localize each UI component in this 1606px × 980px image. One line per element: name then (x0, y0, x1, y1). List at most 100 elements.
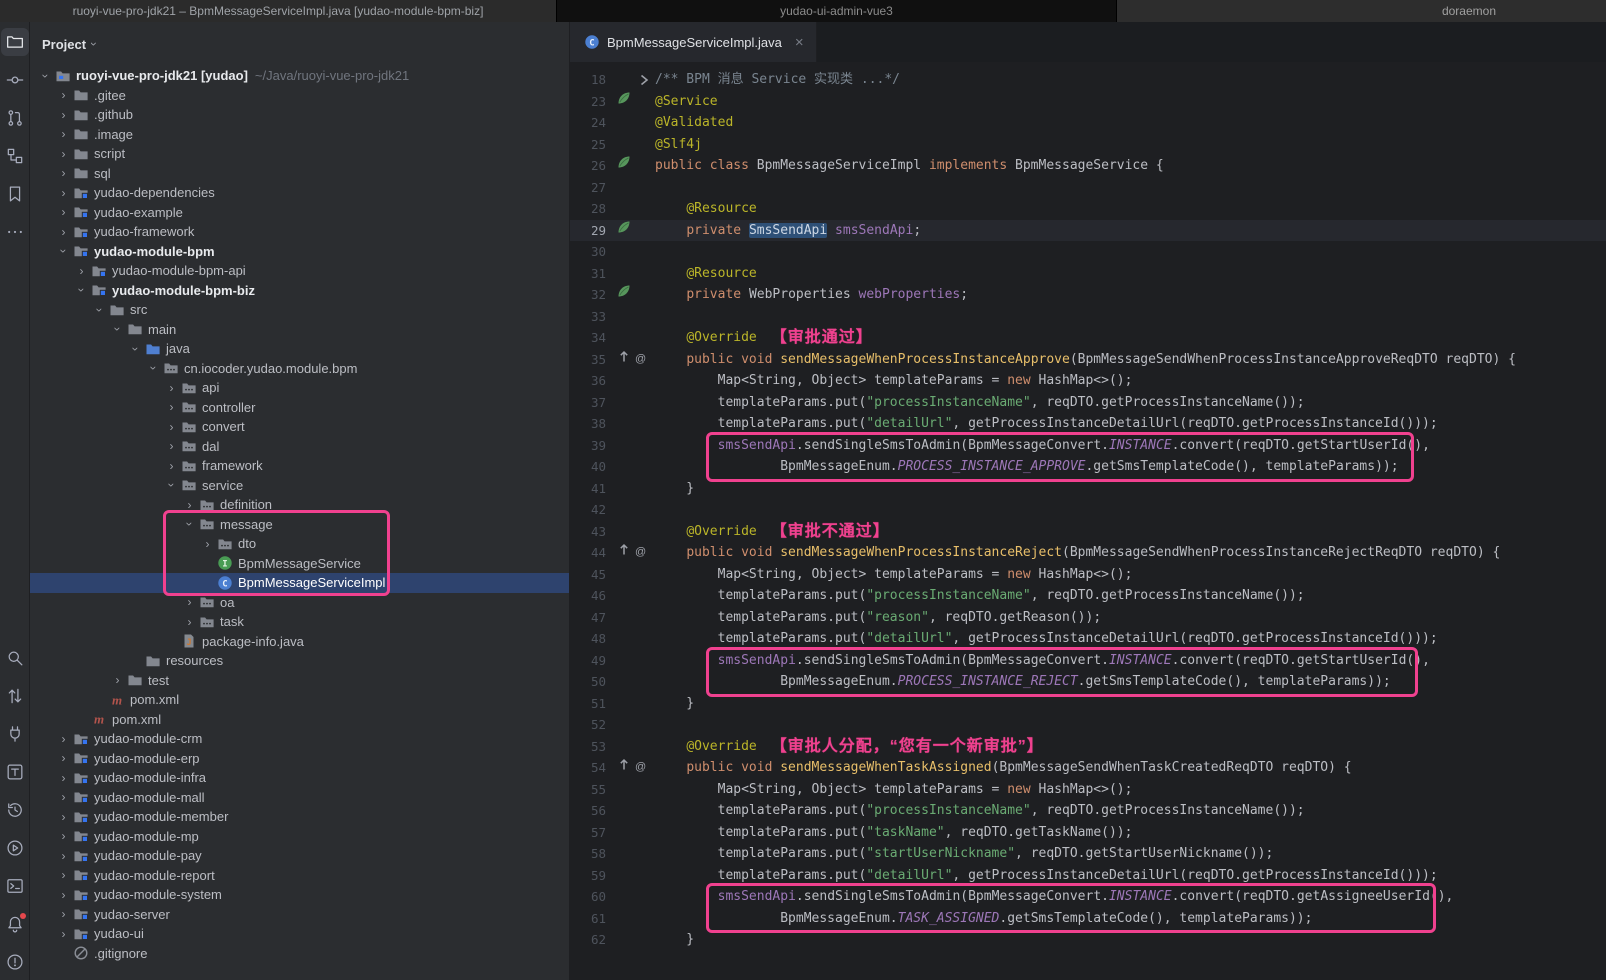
line-number[interactable]: 37 (570, 392, 606, 414)
chevron-icon[interactable]: › (56, 187, 71, 199)
chevron-icon[interactable]: › (94, 302, 106, 317)
line-number[interactable]: 31 (570, 263, 606, 285)
tree-item-oa[interactable]: ›oa (30, 593, 569, 613)
chevron-icon[interactable]: › (110, 674, 125, 686)
code-text[interactable]: templateParams.put("startUserNickname", … (655, 843, 1273, 865)
code-line-56[interactable]: 56 templateParams.put("processInstanceNa… (570, 800, 1606, 822)
code-line-43[interactable]: 43 @Override【审批不通过】 (570, 521, 1606, 543)
tree-item-controller[interactable]: ›controller (30, 398, 569, 418)
tree-item-yudao-example[interactable]: ›yudao-example (30, 203, 569, 223)
line-number[interactable]: 59 (570, 865, 606, 887)
line-number[interactable]: 51 (570, 693, 606, 715)
chevron-icon[interactable]: › (56, 128, 71, 140)
line-number[interactable]: 18 (570, 69, 606, 91)
chevron-icon[interactable]: › (76, 283, 88, 298)
code-text[interactable]: BpmMessageEnum.TASK_ASSIGNED.getSmsTempl… (655, 908, 1312, 930)
tree-item-yudao-module-infra[interactable]: ›yudao-module-infra (30, 768, 569, 788)
chevron-icon[interactable]: › (56, 850, 71, 862)
chevron-icon[interactable]: › (56, 206, 71, 218)
line-number[interactable]: 54 (570, 757, 606, 779)
chevron-icon[interactable]: › (184, 517, 196, 532)
code-text[interactable]: @Validated (655, 112, 733, 134)
chevron-icon[interactable]: › (56, 772, 71, 784)
project-icon[interactable] (1, 28, 29, 56)
editor-tab-bpmmessageserviceimpl[interactable]: C BpmMessageServiceImpl.java × (570, 22, 817, 62)
code-text[interactable]: smsSendApi.sendSingleSmsToAdmin(BpmMessa… (655, 886, 1453, 908)
tree-item-yudao-module-bpm[interactable]: ›yudao-module-bpm (30, 242, 569, 262)
code-line-18[interactable]: 18/** BPM 消息 Service 实现类 ...*/ (570, 69, 1606, 91)
more-icon[interactable] (1, 218, 29, 246)
code-line-23[interactable]: 23@Service (570, 91, 1606, 113)
chevron-icon[interactable]: › (56, 791, 71, 803)
tree-item-image[interactable]: ›.image (30, 125, 569, 145)
code-text[interactable]: BpmMessageEnum.PROCESS_INSTANCE_REJECT.g… (655, 671, 1391, 693)
code-line-35[interactable]: 35@ public void sendMessageWhenProcessIn… (570, 349, 1606, 371)
chevron-icon[interactable]: › (182, 616, 197, 628)
chevron-icon[interactable]: › (148, 361, 160, 376)
line-number[interactable]: 60 (570, 886, 606, 908)
code-line-48[interactable]: 48 templateParams.put("detailUrl", getPr… (570, 628, 1606, 650)
code-line-62[interactable]: 62 } (570, 929, 1606, 951)
code-text[interactable]: @Resource (655, 198, 757, 220)
line-number[interactable]: 52 (570, 714, 606, 736)
code-text[interactable]: } (655, 693, 694, 715)
code-line-49[interactable]: 49 smsSendApi.sendSingleSmsToAdmin(BpmMe… (570, 650, 1606, 672)
tree-item-bpmmessageservice[interactable]: ›IBpmMessageService (30, 554, 569, 574)
tree-item-framework[interactable]: ›framework (30, 456, 569, 476)
code-line-34[interactable]: 34 @Override【审批通过】 (570, 327, 1606, 349)
chevron-icon[interactable]: › (56, 908, 71, 920)
code-line-53[interactable]: 53 @Override【审批人分配，“您有一个新审批”】 (570, 736, 1606, 758)
chevron-icon[interactable]: › (40, 68, 52, 83)
code-line-61[interactable]: 61 BpmMessageEnum.TASK_ASSIGNED.getSmsTe… (570, 908, 1606, 930)
chevron-down-icon[interactable]: › (87, 42, 101, 46)
code-text[interactable]: Map<String, Object> templateParams = new… (655, 779, 1132, 801)
line-number[interactable]: 30 (570, 241, 606, 263)
tree-item-test[interactable]: ›test (30, 671, 569, 691)
line-number[interactable]: 48 (570, 628, 606, 650)
tree-item-yudao-module-report[interactable]: ›yudao-module-report (30, 866, 569, 886)
chevron-icon[interactable]: › (56, 148, 71, 160)
tree-item-yudao-module-bpm-api[interactable]: ›yudao-module-bpm-api (30, 261, 569, 281)
chevron-icon[interactable]: › (164, 440, 179, 452)
code-text[interactable]: smsSendApi.sendSingleSmsToAdmin(BpmMessa… (655, 650, 1430, 672)
code-line-24[interactable]: 24 @Validated (570, 112, 1606, 134)
code-line-58[interactable]: 58 templateParams.put("startUserNickname… (570, 843, 1606, 865)
tree-item-package-info-java[interactable]: ›Jpackage-info.java (30, 632, 569, 652)
code-line-59[interactable]: 59 templateParams.put("detailUrl", getPr… (570, 865, 1606, 887)
code-line-44[interactable]: 44@ public void sendMessageWhenProcessIn… (570, 542, 1606, 564)
line-number[interactable]: 57 (570, 822, 606, 844)
chevron-icon[interactable]: › (58, 244, 70, 259)
close-icon[interactable]: × (795, 34, 804, 51)
chevron-icon[interactable]: › (164, 421, 179, 433)
swap-icon[interactable] (1, 682, 29, 710)
tree-item-sql[interactable]: ›sql (30, 164, 569, 184)
code-text[interactable]: public class BpmMessageServiceImpl imple… (655, 155, 1164, 177)
code-text[interactable]: private WebProperties webProperties; (655, 284, 968, 306)
code-line-37[interactable]: 37 templateParams.put("processInstanceNa… (570, 392, 1606, 414)
tree-item-yudao-module-member[interactable]: ›yudao-module-member (30, 807, 569, 827)
line-number[interactable]: 44 (570, 542, 606, 564)
code-text[interactable]: @Slf4j (655, 134, 702, 156)
tree-item-yudao-module-mp[interactable]: ›yudao-module-mp (30, 827, 569, 847)
code-text[interactable]: Map<String, Object> templateParams = new… (655, 370, 1132, 392)
line-number[interactable]: 24 (570, 112, 606, 134)
code-line-39[interactable]: 39 smsSendApi.sendSingleSmsToAdmin(BpmMe… (570, 435, 1606, 457)
code-line-31[interactable]: 31 @Resource (570, 263, 1606, 285)
code-line-25[interactable]: 25@Slf4j (570, 134, 1606, 156)
code-line-41[interactable]: 41 } (570, 478, 1606, 500)
code-line-51[interactable]: 51 } (570, 693, 1606, 715)
line-number[interactable]: 49 (570, 650, 606, 672)
line-number[interactable]: 33 (570, 306, 606, 328)
line-number[interactable]: 43 (570, 521, 606, 543)
code-text[interactable]: templateParams.put("detailUrl", getProce… (655, 628, 1438, 650)
tree-item-gitee[interactable]: ›.gitee (30, 86, 569, 106)
tree-item-pom-xml[interactable]: ›mpom.xml (30, 710, 569, 730)
overrides-icon[interactable] (616, 541, 632, 565)
chevron-icon[interactable]: › (74, 265, 89, 277)
tree-item-task[interactable]: ›task (30, 612, 569, 632)
code-line-28[interactable]: 28 @Resource (570, 198, 1606, 220)
tree-item-dto[interactable]: ›dto (30, 534, 569, 554)
chevron-icon[interactable]: › (56, 109, 71, 121)
notifications-icon[interactable] (1, 910, 29, 938)
structure-icon[interactable] (1, 142, 29, 170)
